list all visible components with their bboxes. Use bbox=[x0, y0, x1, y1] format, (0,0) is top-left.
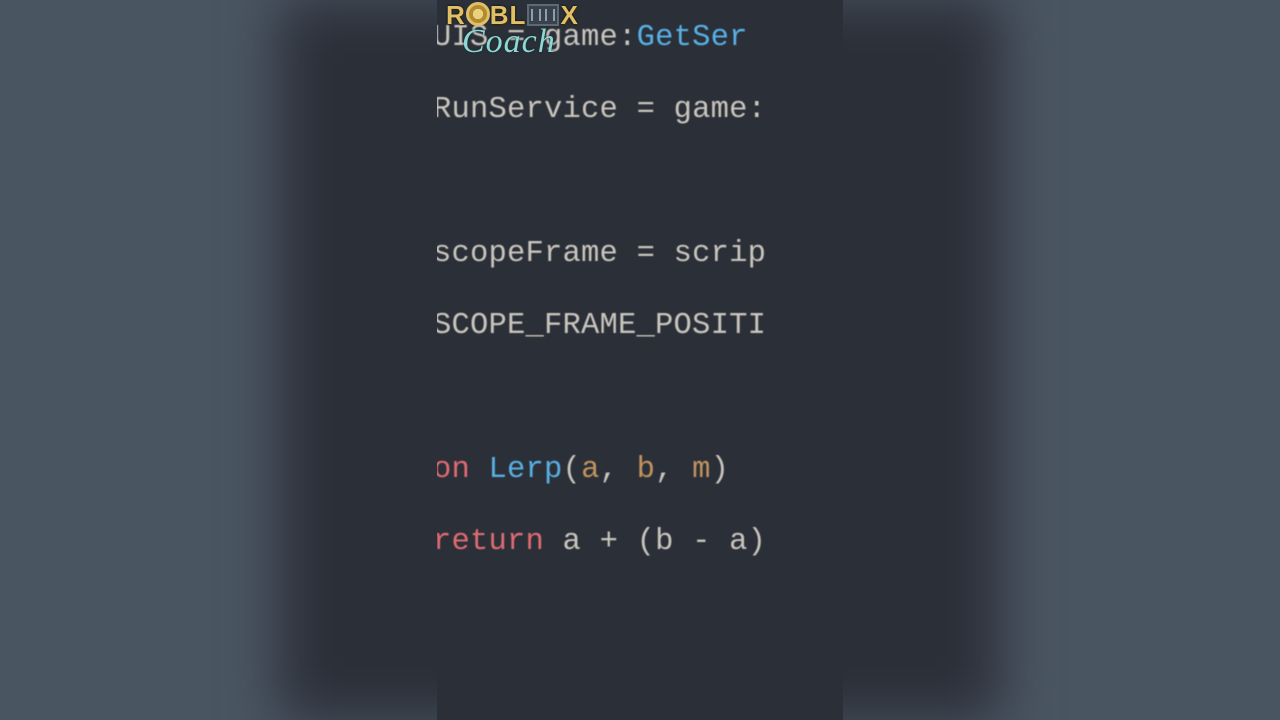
video-frame: cal UIS = game:GetSer cal RunService = g… bbox=[0, 0, 1280, 720]
phone-aspect-panel: cal UIS = game:GetSer cal RunService = g… bbox=[437, 0, 843, 720]
code-line: nction Lerp(a, b, m) bbox=[437, 452, 843, 488]
code-line: return a + (b - a) bbox=[437, 524, 843, 560]
code-line: cal scopeFrame = scrip bbox=[437, 236, 843, 272]
code-line: d bbox=[437, 596, 843, 632]
code-line bbox=[437, 164, 843, 200]
code-line: cal UIS = game:GetSer bbox=[437, 20, 843, 56]
code-line: cal SCOPE_FRAME_POSITI bbox=[437, 308, 843, 344]
code-line bbox=[437, 380, 843, 416]
code-editor: cal UIS = game:GetSer cal RunService = g… bbox=[437, 0, 843, 720]
code-line: cal RunService = game: bbox=[437, 92, 843, 128]
code-line bbox=[437, 668, 843, 704]
